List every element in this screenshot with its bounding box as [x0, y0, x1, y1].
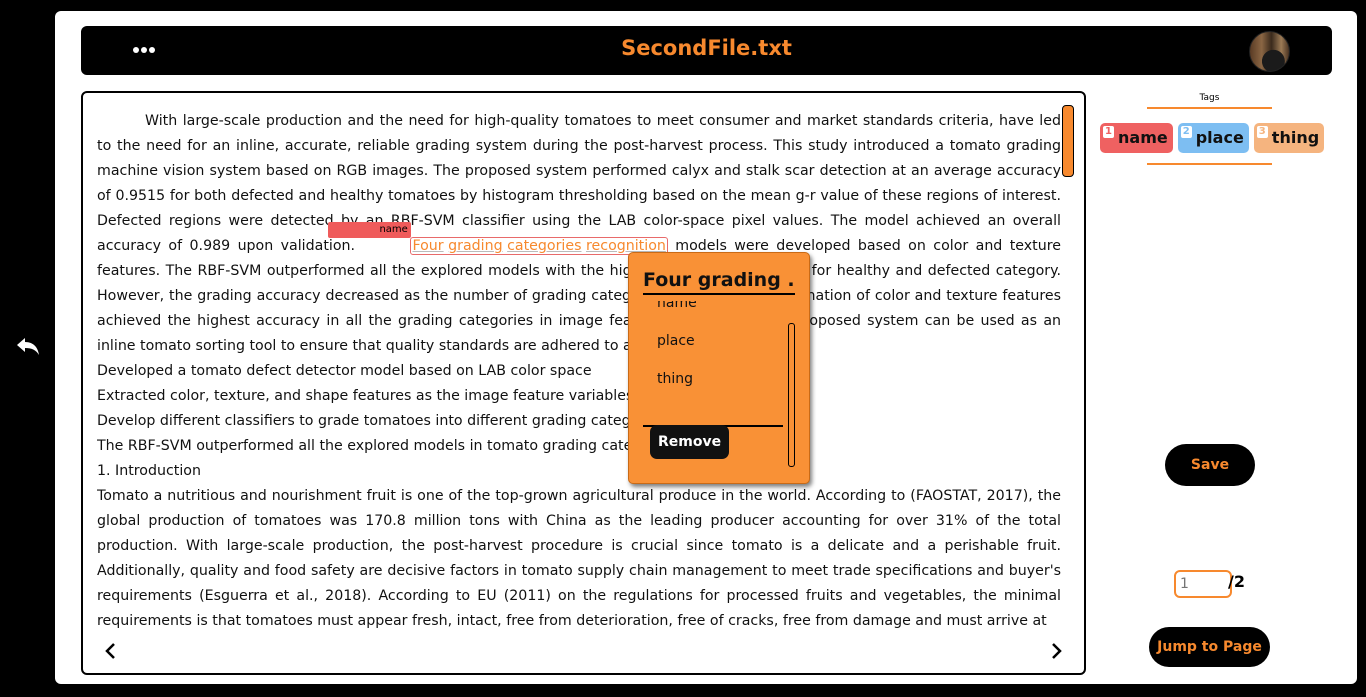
popup-scrollbar[interactable] — [788, 323, 795, 467]
next-page-button[interactable] — [1046, 641, 1066, 661]
paragraph-introduction: Tomato a nutritious and nourishment frui… — [97, 488, 1061, 629]
text-line: Develop different classifiers to grade t… — [97, 413, 666, 429]
page-number-input[interactable] — [1174, 570, 1232, 598]
undo-arrow-icon — [17, 338, 39, 355]
popup-title: Four grading ... — [643, 269, 795, 295]
tags-divider — [1147, 163, 1272, 165]
annotation-tag-label: name — [328, 222, 411, 238]
text-line: The RBF-SVM outperformed all the explore… — [97, 438, 676, 454]
tags-panel: Tags 1 name 2 place 3 thing — [1095, 93, 1325, 165]
tag-option-list[interactable]: name place thing — [643, 301, 783, 427]
text-line: Extracted color, texture, and shape feat… — [97, 388, 634, 404]
text-line: Developed a tomato defect detector model… — [97, 363, 592, 379]
section-heading: 1. Introduction — [97, 463, 201, 479]
document-text[interactable]: With large-scale production and the need… — [97, 109, 1061, 629]
tags-title: Tags — [1147, 93, 1272, 109]
tag-thing[interactable]: 3 thing — [1253, 123, 1325, 153]
tag-option-place[interactable]: place — [657, 333, 695, 349]
avatar[interactable] — [1249, 31, 1290, 72]
tag-option-thing[interactable]: thing — [657, 371, 693, 387]
tag-name[interactable]: 1 name — [1100, 123, 1173, 153]
remove-button[interactable]: Remove — [650, 425, 730, 459]
prev-page-button[interactable] — [101, 641, 121, 661]
tag-option-name[interactable]: name — [657, 301, 697, 311]
jump-to-page-button[interactable]: Jump to Page — [1149, 627, 1270, 667]
tag-popup[interactable]: Four grading ... name place thing Remove — [628, 252, 810, 484]
main-card: SecondFile.txt With large-scale producti… — [55, 11, 1357, 684]
chevron-right-icon — [1052, 643, 1062, 659]
file-title: SecondFile.txt — [621, 36, 792, 60]
document-viewer[interactable]: With large-scale production and the need… — [81, 91, 1086, 675]
annotated-span[interactable]: name Four grading categories recognition — [328, 222, 668, 259]
back-button[interactable] — [14, 332, 42, 360]
document-scrollbar[interactable] — [1062, 105, 1074, 177]
save-button[interactable]: Save — [1165, 444, 1255, 486]
header-bar: SecondFile.txt — [81, 26, 1332, 75]
tag-list: 1 name 2 place 3 thing — [1100, 123, 1325, 153]
page-total: /2 — [1228, 572, 1245, 591]
chevron-left-icon — [105, 643, 115, 659]
tag-place[interactable]: 2 place — [1177, 123, 1249, 153]
paragraph-abstract: With large-scale production and the need… — [97, 113, 1061, 354]
